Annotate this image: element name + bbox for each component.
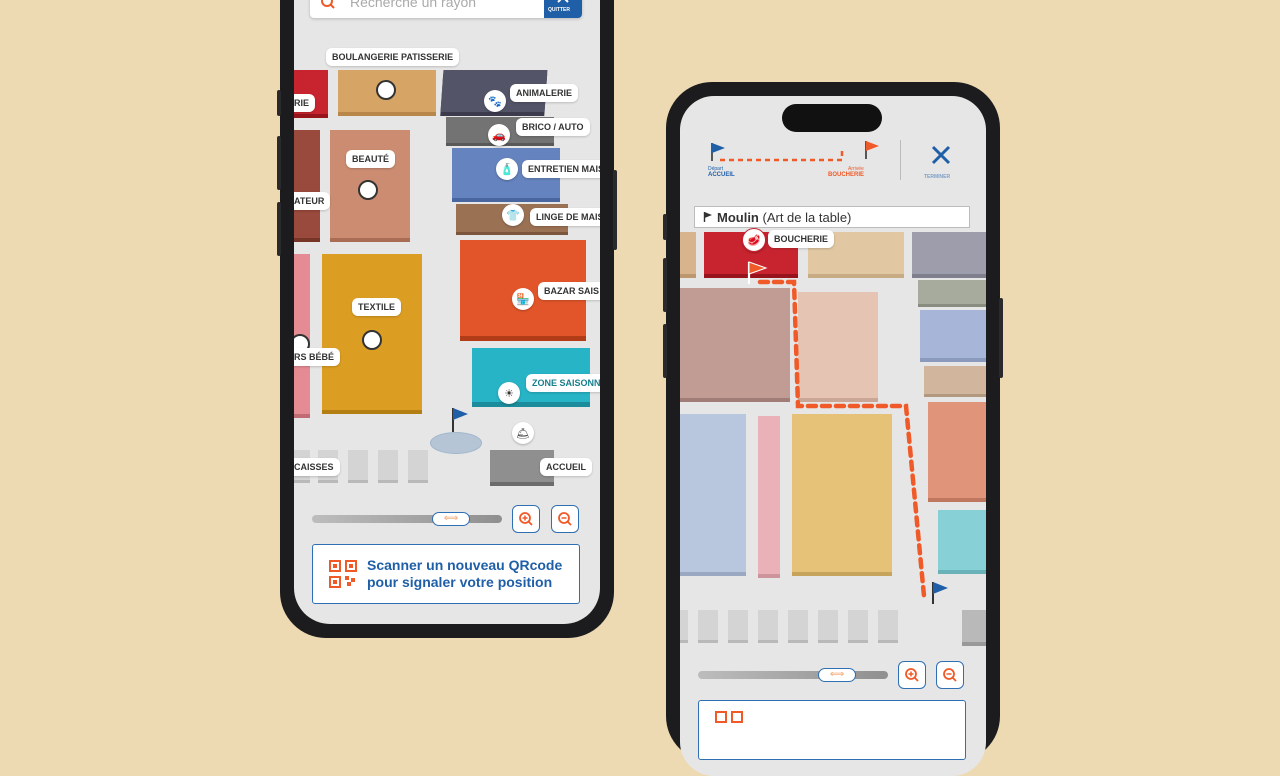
zoom-out-button[interactable]: [551, 505, 579, 533]
side-button: [277, 202, 281, 256]
search-bar[interactable]: Recherche un rayon QUITTER: [310, 0, 582, 18]
side-button: [663, 214, 667, 240]
phone-left: Recherche un rayon QUITTER 🐾 🚗 🧴 👕 🏪 ☀ 🛎…: [277, 0, 617, 638]
label-entretien: ENTRETIEN MAIS: [522, 160, 600, 178]
label-zone-saison: ZONE SAISONN: [526, 374, 600, 392]
zoom-slider-handle[interactable]: ⟺: [818, 668, 856, 682]
phone-right: Départ ACCUEIL Arrivée BOUCHERIE TERMINE…: [663, 82, 1003, 776]
sun-icon[interactable]: ☀: [498, 382, 520, 404]
side-button: [613, 170, 617, 250]
label-brico: BRICO / AUTO: [516, 118, 590, 136]
scan-qrcode-button[interactable]: Scanner un nouveau QRcode pour signaler …: [312, 544, 580, 604]
checkout-tile: [378, 450, 398, 480]
label-rie: RIE: [294, 94, 316, 112]
stall-icon[interactable]: 🏪: [512, 288, 534, 310]
label-accueil: ACCUEIL: [540, 458, 592, 476]
spray-bottle-icon[interactable]: 🧴: [496, 158, 518, 180]
close-icon: [557, 0, 569, 3]
scan-text-line-2: pour signaler votre position: [367, 574, 553, 590]
label-boucherie: BOUCHERIE: [768, 230, 835, 248]
zoom-in-button[interactable]: [512, 505, 540, 533]
side-button: [999, 298, 1003, 378]
search-input[interactable]: Recherche un rayon: [350, 0, 476, 10]
search-icon: [320, 0, 336, 15]
quit-label: QUITTER: [548, 7, 570, 13]
label-animalerie: ANIMALERIE: [510, 84, 578, 102]
paw-icon[interactable]: 🐾: [484, 90, 506, 112]
checkout-tile: [408, 450, 428, 480]
label-boulangerie: BOULANGERIE PATISSERIE: [326, 48, 460, 66]
zoom-out-icon: [558, 512, 572, 526]
quit-button[interactable]: QUITTER: [544, 0, 582, 18]
screen: Recherche un rayon QUITTER 🐾 🚗 🧴 👕 🏪 ☀ 🛎…: [294, 0, 600, 624]
label-bebe: RS BÉBÉ: [294, 348, 341, 366]
aisle-block-ateur[interactable]: [294, 130, 320, 238]
qrcode-icon: [329, 560, 357, 588]
end-flag-icon: [747, 261, 768, 284]
side-button: [663, 258, 667, 312]
checkout-tile: [348, 450, 368, 480]
scan-text-line-1: Scanner un nouveau QRcode: [367, 557, 563, 573]
qrcode-icon: [715, 711, 743, 723]
zoom-slider[interactable]: [312, 515, 502, 523]
zoom-slider-handle[interactable]: ⟺: [432, 512, 470, 526]
zoom-in-icon: [905, 668, 919, 682]
map-pin[interactable]: [358, 180, 378, 200]
shirt-icon[interactable]: 👕: [502, 204, 524, 226]
zoom-out-icon: [943, 668, 957, 682]
start-flag-icon: [932, 582, 948, 604]
label-ateur: ATEUR: [294, 192, 331, 210]
zoom-in-button[interactable]: [898, 661, 926, 689]
route-path: [757, 279, 927, 599]
screen: Départ ACCUEIL Arrivée BOUCHERIE TERMINE…: [680, 96, 986, 776]
zoom-out-button[interactable]: [936, 661, 964, 689]
side-button: [663, 324, 667, 378]
map-pin[interactable]: [362, 330, 382, 350]
flag-icon: [452, 408, 468, 432]
label-caisses: CAISSES: [294, 458, 340, 476]
bell-icon[interactable]: 🛎: [512, 422, 534, 444]
user-location-marker: [430, 432, 482, 454]
scan-qrcode-button[interactable]: [698, 700, 966, 760]
meat-icon[interactable]: 🥩: [742, 228, 766, 252]
scan-text: Scanner un nouveau QRcode pour signaler …: [367, 557, 562, 591]
label-linge: LINGE DE MAIS: [530, 208, 600, 226]
label-textile: TEXTILE: [352, 298, 402, 316]
side-button: [277, 136, 281, 190]
zoom-in-icon: [519, 512, 533, 526]
side-button: [277, 90, 281, 116]
label-beaute: BEAUTÉ: [346, 150, 396, 168]
car-icon[interactable]: 🚗: [488, 124, 510, 146]
label-bazar: BAZAR SAIS: [538, 282, 600, 300]
zoom-slider[interactable]: [698, 671, 888, 679]
map-pin[interactable]: [376, 80, 396, 100]
